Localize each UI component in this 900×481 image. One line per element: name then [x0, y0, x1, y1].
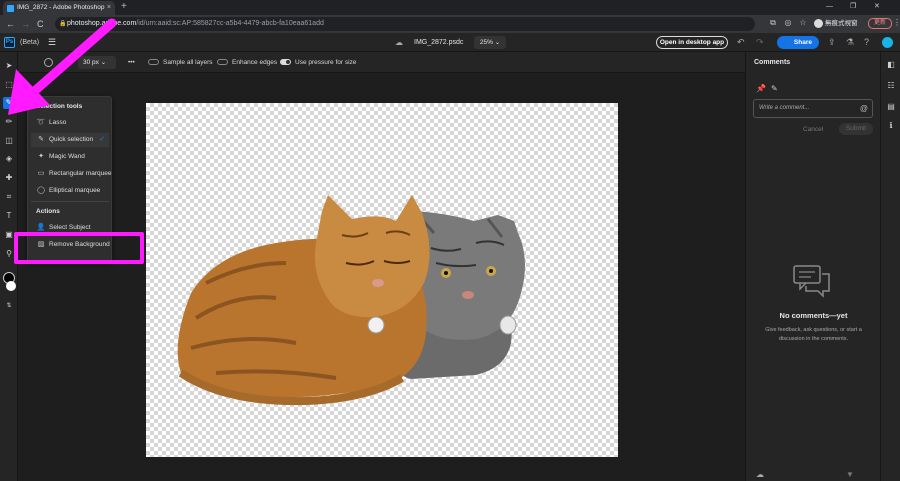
- help-icon[interactable]: ?: [864, 36, 869, 48]
- translate-icon[interactable]: ⧉: [768, 18, 778, 28]
- cloud-status-icon[interactable]: ☁: [756, 470, 764, 479]
- menu-item-label: Quick selection: [49, 136, 94, 143]
- annotation-arrow-icon: [8, 18, 117, 115]
- comments-icon[interactable]: ▤: [886, 102, 896, 112]
- share-user-icon: 👤: [784, 39, 793, 46]
- new-tab-button[interactable]: +: [121, 1, 127, 13]
- tab-close-icon[interactable]: ×: [107, 1, 111, 15]
- quick-selection-icon: ✎: [38, 136, 44, 143]
- options-bar: 30 px ⌄ ••• Sample all layers Enhance ed…: [18, 52, 745, 73]
- more-menu-icon[interactable]: ⋮: [893, 18, 900, 28]
- document-name[interactable]: IMG_2872.psdc: [414, 37, 463, 48]
- enhance-edges-toggle[interactable]: Enhance edges: [217, 57, 277, 68]
- share-button[interactable]: 👤 Share: [777, 36, 819, 49]
- adjustments-icon[interactable]: ☷: [886, 81, 896, 91]
- pin-icon[interactable]: 📌: [756, 84, 766, 93]
- sample-all-layers-toggle[interactable]: Sample all layers: [148, 57, 213, 68]
- magic-wand-icon: ✦: [38, 153, 44, 160]
- crop-tool-icon[interactable]: ⌗: [3, 191, 15, 203]
- undo-icon[interactable]: ↶: [737, 36, 745, 48]
- check-icon: ✓: [99, 136, 105, 143]
- right-icon-strip: ◧ ☷ ▤ ℹ: [880, 52, 900, 481]
- sample-all-layers-switch[interactable]: [148, 59, 159, 66]
- cancel-button[interactable]: Cancel: [803, 124, 823, 135]
- cats-image: [177, 195, 525, 406]
- no-comments-title: No comments—yet: [779, 311, 848, 320]
- menu-item-rectangular-marquee[interactable]: ▭ Rectangular marquee: [31, 167, 112, 181]
- healing-brush-tool-icon[interactable]: ✚: [3, 172, 15, 184]
- menu-item-label: Select Subject: [49, 224, 91, 231]
- share-label: Share: [793, 39, 812, 46]
- use-pressure-switch[interactable]: [280, 59, 291, 66]
- zoom-value: 25%: [479, 39, 493, 46]
- tab-title: IMG_2872 - Adobe Photoshop: [17, 4, 105, 11]
- menu-item-magic-wand[interactable]: ✦ Magic Wand: [31, 150, 109, 164]
- background-color-swatch[interactable]: [6, 281, 16, 291]
- incognito-profile[interactable]: 無痕式視窗: [814, 18, 858, 30]
- close-window-button[interactable]: ✕: [874, 1, 880, 13]
- photoshop-favicon-icon: [7, 5, 14, 12]
- rectangular-marquee-icon: ▭: [37, 170, 45, 177]
- use-pressure-toggle[interactable]: Use pressure for size: [280, 57, 356, 68]
- cloud-icon: ☁: [395, 38, 403, 47]
- menu-item-label: Elliptical marquee: [49, 187, 101, 194]
- pencil-icon[interactable]: ✎: [771, 84, 778, 93]
- bookmark-star-icon[interactable]: ☆: [798, 18, 808, 28]
- menu-divider: [31, 201, 109, 202]
- browser-tab[interactable]: IMG_2872 - Adobe Photoshop ×: [3, 1, 115, 15]
- comments-panel: Comments 📌 ✎ Write a comment... @ Cancel…: [745, 52, 880, 481]
- document-canvas[interactable]: [146, 103, 618, 457]
- zoom-dropdown[interactable]: 25% ⌄: [474, 36, 506, 49]
- menu-item-label: Magic Wand: [49, 153, 85, 160]
- open-in-desktop-button[interactable]: Open in desktop app: [656, 36, 728, 49]
- menu-item-label: Lasso: [49, 119, 67, 126]
- type-tool-icon[interactable]: T: [3, 210, 15, 222]
- address-bar[interactable]: 🔒 photoshop.adobe.com/id/urn:aaid:sc:AP:…: [55, 17, 755, 31]
- comment-filter-icon[interactable]: ▼: [846, 470, 854, 479]
- comment-placeholder: Write a comment...: [759, 105, 810, 111]
- layers-icon[interactable]: ◧: [886, 60, 896, 70]
- browser-tab-bar: IMG_2872 - Adobe Photoshop × + — ❐ ✕: [0, 0, 900, 15]
- comment-input[interactable]: Write a comment... @: [753, 99, 873, 118]
- upload-icon[interactable]: ⇪: [828, 36, 836, 48]
- use-pressure-label: Use pressure for size: [295, 59, 357, 66]
- eraser-tool-icon[interactable]: ◫: [3, 135, 15, 147]
- submit-button[interactable]: Submit: [839, 123, 873, 135]
- sample-all-layers-label: Sample all layers: [163, 59, 213, 66]
- chat-bubbles-icon: [792, 264, 832, 304]
- redo-icon[interactable]: ↷: [756, 36, 764, 48]
- actions-heading: Actions: [36, 208, 60, 215]
- update-button[interactable]: 更新: [868, 18, 892, 29]
- mention-icon[interactable]: @: [860, 100, 868, 117]
- remove-background-highlight: [14, 232, 144, 264]
- browser-toolbar: ← → C 🔒 photoshop.adobe.com/id/urn:aaid:…: [0, 15, 900, 33]
- paint-bucket-tool-icon[interactable]: ◈: [3, 153, 15, 165]
- chevron-down-icon: ⌄: [494, 39, 501, 46]
- menu-item-elliptical-marquee[interactable]: ◯ Elliptical marquee: [31, 184, 109, 198]
- no-comments-text: Give feedback, ask questions, or start a…: [765, 327, 862, 342]
- user-avatar[interactable]: [882, 37, 893, 48]
- menu-item-label: Rectangular marquee: [49, 170, 112, 177]
- elliptical-marquee-icon: ◯: [37, 187, 45, 194]
- incognito-avatar-icon: [814, 18, 823, 28]
- enhance-edges-label: Enhance edges: [232, 59, 278, 66]
- more-options-icon[interactable]: •••: [128, 57, 135, 68]
- info-icon[interactable]: ℹ: [886, 121, 896, 131]
- app-header: Ps (Beta) ☰ ☁ IMG_2872.psdc 25% ⌄ Open i…: [0, 33, 900, 52]
- enhance-edges-switch[interactable]: [217, 59, 228, 66]
- flask-icon[interactable]: ⚗: [846, 36, 854, 48]
- url-path: /id/urn:aaid:sc:AP:585827cc-a5b4-4479-ab…: [136, 20, 324, 27]
- menu-item-quick-selection[interactable]: ✎ Quick selection ✓: [31, 133, 109, 147]
- profile-label: 無痕式視窗: [825, 20, 858, 27]
- swap-colors-icon[interactable]: ⇅: [3, 300, 15, 312]
- canvas-area[interactable]: [18, 73, 745, 481]
- comments-title: Comments: [754, 59, 791, 66]
- eye-off-icon[interactable]: ◎: [783, 18, 793, 28]
- restore-button[interactable]: ❐: [850, 1, 856, 13]
- minimize-button[interactable]: —: [826, 1, 833, 13]
